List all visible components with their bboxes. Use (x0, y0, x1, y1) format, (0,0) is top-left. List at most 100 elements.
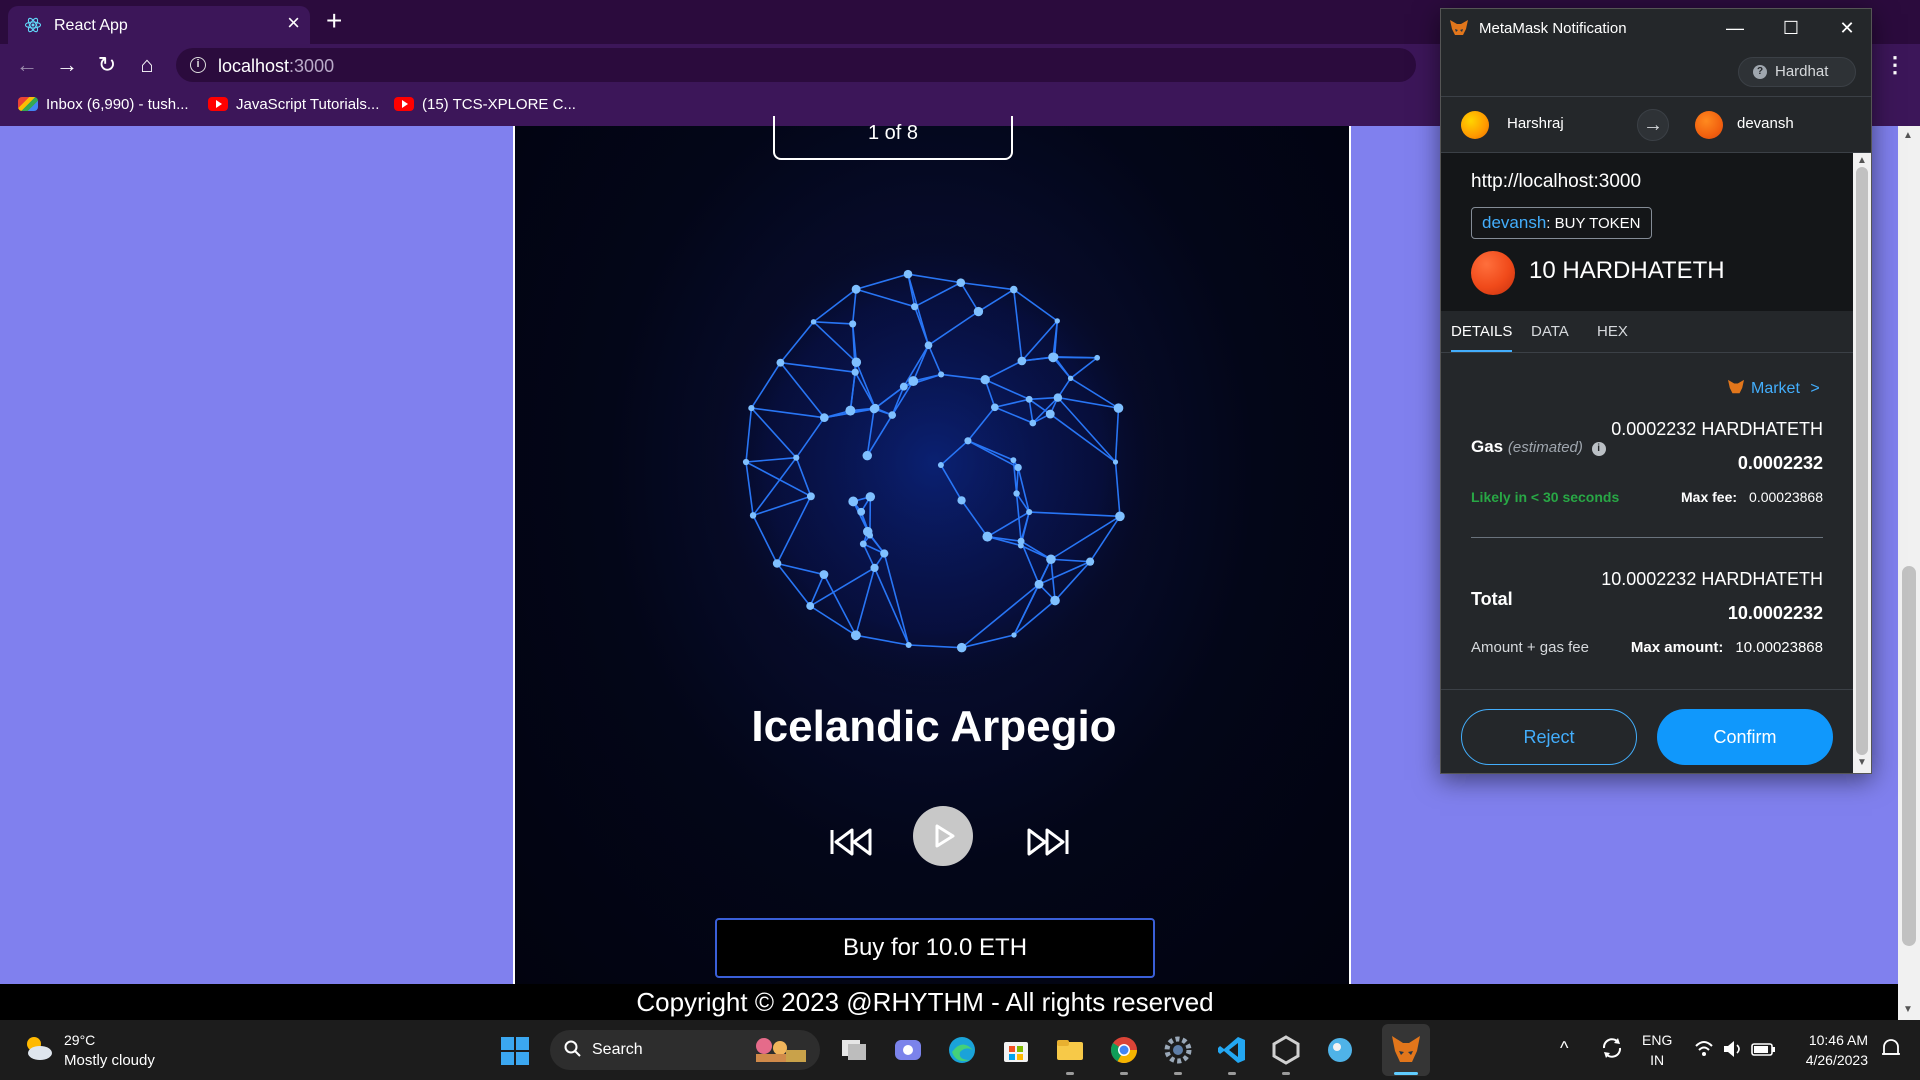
gas-market-selector[interactable]: Market > (1727, 379, 1820, 398)
weather-temperature[interactable]: 29°C (64, 1032, 95, 1048)
page-scroll-thumb[interactable] (1902, 566, 1916, 946)
reject-button[interactable]: Reject (1461, 709, 1637, 765)
tab-title: React App (54, 17, 128, 34)
edge-icon[interactable] (946, 1034, 978, 1066)
transaction-amount: 10 HARDHATETH (1529, 257, 1725, 284)
max-amount-label: Max amount: (1630, 639, 1724, 656)
system-clock[interactable]: 10:46 AM 4/26/2023 (1796, 1030, 1868, 1070)
site-info-icon[interactable]: i (190, 57, 206, 73)
confirm-transaction-body: http://localhost:3000 devansh: BUY TOKEN… (1441, 153, 1853, 773)
gas-label: Gas (estimated) i (1471, 437, 1606, 457)
copyright-text: Copyright © 2023 @RHYTHM - All rights re… (636, 987, 1214, 1017)
scroll-down-icon[interactable]: ▼ (1903, 1004, 1913, 1015)
network-volume-battery-icons[interactable] (1694, 1038, 1778, 1060)
gas-timing-estimate: Likely in < 30 seconds (1471, 489, 1620, 505)
metamask-scroll-thumb[interactable] (1856, 167, 1868, 755)
gas-info-icon[interactable]: i (1591, 442, 1606, 456)
page-scrollbar[interactable]: ▲ ▼ (1898, 126, 1920, 1020)
browser-tab-react-app[interactable]: React App × (8, 6, 310, 44)
running-indicator (1228, 1072, 1236, 1075)
bookmark-tcs-xplore[interactable]: (15) TCS-XPLORE C... (394, 96, 576, 113)
details-tabs: DETAILS DATA HEX (1441, 311, 1853, 353)
max-fee-label: Max fee: (1681, 489, 1738, 505)
max-fee-value: 0.00023868 (1749, 489, 1823, 505)
bookmark-javascript-tutorials[interactable]: JavaScript Tutorials... (208, 96, 379, 113)
max-fee: Max fee: 0.00023868 (1681, 489, 1823, 505)
scroll-up-icon[interactable]: ▲ (1903, 130, 1913, 141)
metamask-fox-icon (1450, 20, 1468, 35)
song-title: Icelandic Arpegio (751, 702, 1117, 751)
contract-method-tag: devansh: BUY TOKEN (1471, 207, 1652, 239)
close-tab-icon[interactable]: × (287, 12, 300, 34)
to-account-avatar (1695, 111, 1723, 139)
forward-arrow-icon[interactable]: → (54, 52, 80, 78)
token-avatar-icon (1471, 251, 1515, 295)
running-indicator (1066, 1072, 1074, 1075)
network-name: Hardhat (1775, 63, 1829, 80)
taskbar-search[interactable]: Search (550, 1030, 820, 1070)
metamask-notification-window: MetaMask Notification — ☐ ✕ ? Hardhat Ha… (1440, 8, 1872, 774)
running-indicator (1282, 1072, 1290, 1075)
tab-data[interactable]: DATA (1531, 323, 1569, 350)
search-highlight-illustration-icon (756, 1038, 806, 1062)
play-button[interactable] (913, 806, 973, 866)
teams-icon[interactable] (892, 1034, 924, 1066)
close-window-icon[interactable]: ✕ (1827, 15, 1867, 41)
youtube-icon (208, 97, 228, 111)
tab-details[interactable]: DETAILS (1451, 323, 1513, 352)
browser-menu-icon[interactable]: ⋮ (1884, 52, 1906, 78)
search-placeholder: Search (592, 1041, 643, 1058)
windows-start-icon[interactable] (500, 1036, 530, 1066)
metamask-scrollbar[interactable]: ▲ ▼ (1853, 153, 1871, 773)
notifications-icon[interactable] (1880, 1038, 1902, 1060)
url-text: localhost:3000 (218, 56, 335, 76)
gas-estimated-label: (estimated) (1507, 439, 1583, 456)
weather-description[interactable]: Mostly cloudy (64, 1052, 155, 1069)
weather-cloudy-icon[interactable] (22, 1034, 54, 1062)
reload-icon[interactable]: ↻ (94, 52, 120, 78)
app-icon[interactable] (1324, 1034, 1356, 1066)
file-explorer-icon[interactable] (1054, 1034, 1086, 1066)
task-view-icon[interactable] (838, 1034, 870, 1066)
next-track-icon[interactable] (1023, 824, 1073, 860)
buy-button[interactable]: Buy for 10.0 ETH (715, 918, 1155, 978)
chrome-icon[interactable] (1108, 1034, 1140, 1066)
metamask-icon[interactable] (1390, 1034, 1422, 1066)
microsoft-store-icon[interactable] (1000, 1034, 1032, 1066)
previous-track-icon[interactable] (826, 824, 876, 860)
running-indicator (1174, 1072, 1182, 1075)
address-bar[interactable]: i localhost:3000 (176, 48, 1416, 82)
scroll-up-icon[interactable]: ▲ (1857, 155, 1867, 166)
arrow-right-icon: → (1637, 109, 1669, 141)
active-indicator (1394, 1072, 1418, 1075)
clock-date: 4/26/2023 (1805, 1052, 1868, 1068)
bookmark-gmail[interactable]: Inbox (6,990) - tush... (18, 96, 189, 113)
confirm-button[interactable]: Confirm (1657, 709, 1833, 765)
page-footer: Copyright © 2023 @RHYTHM - All rights re… (0, 984, 1898, 1020)
windows-taskbar: 29°C Mostly cloudy Search ^ ENG IN 10:46… (0, 1020, 1920, 1080)
max-amount-value: 10.00023868 (1735, 639, 1823, 656)
site-origin: http://localhost:3000 (1471, 171, 1642, 192)
language-indicator[interactable]: ENG IN (1642, 1030, 1672, 1070)
new-tab-button[interactable]: + (326, 6, 342, 36)
network-selector[interactable]: ? Hardhat (1738, 57, 1856, 87)
method-recipient[interactable]: devansh (1482, 213, 1546, 232)
metamask-window-title: MetaMask Notification (1479, 20, 1627, 37)
home-icon[interactable]: ⌂ (134, 52, 160, 78)
sync-icon[interactable] (1600, 1036, 1624, 1060)
account-transfer-row: Harshraj → devansh (1441, 97, 1871, 153)
method-name: : BUY TOKEN (1546, 215, 1641, 232)
unity-icon[interactable] (1270, 1034, 1302, 1066)
minimize-icon[interactable]: — (1715, 15, 1755, 41)
metamask-titlebar: MetaMask Notification — ☐ ✕ (1441, 9, 1871, 47)
scroll-down-icon[interactable]: ▼ (1857, 757, 1867, 768)
total-secondary-value: 10.0002232 HARDHATETH (1601, 569, 1823, 589)
to-account-name: devansh (1737, 115, 1794, 132)
network-question-icon: ? (1753, 65, 1767, 79)
tab-hex[interactable]: HEX (1597, 323, 1628, 350)
maximize-icon[interactable]: ☐ (1771, 15, 1811, 41)
settings-icon[interactable] (1162, 1034, 1194, 1066)
back-arrow-icon[interactable]: ← (14, 52, 40, 78)
show-hidden-icons-icon[interactable]: ^ (1560, 1038, 1568, 1059)
vscode-icon[interactable] (1216, 1034, 1248, 1066)
